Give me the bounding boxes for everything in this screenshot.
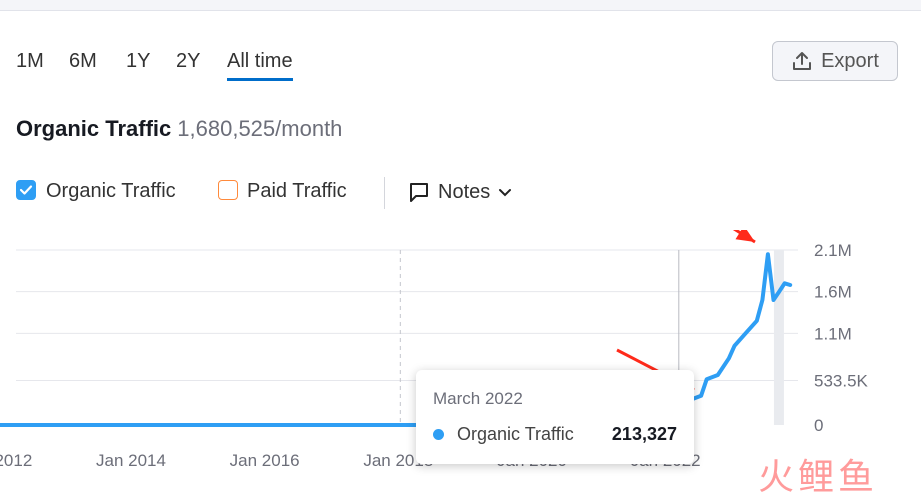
traffic-value: 1,680,525/month [177,116,343,141]
x-tick-label: Jan 2012 [0,451,32,470]
tab-6m[interactable]: 6M [69,46,97,81]
y-tick-label: 1.6M [814,283,852,302]
top-strip [0,0,921,11]
tooltip-series-dot [433,429,444,440]
chart-tooltip: March 2022 Organic Traffic 213,327 [416,370,694,464]
x-tick-label: Jan 2016 [230,451,300,470]
paid-traffic-label[interactable]: Paid Traffic [247,180,347,203]
paid-traffic-checkbox[interactable] [218,180,238,200]
export-label: Export [821,49,879,72]
tooltip-value: 213,327 [611,424,677,444]
tooltip-date: March 2022 [433,389,523,408]
tab-1y[interactable]: 1Y [126,46,150,81]
y-tick-label: 1.1M [814,324,852,343]
y-tick-label: 0 [814,416,823,435]
tooltip-series-label: Organic Traffic [457,424,574,444]
organic-traffic-checkbox[interactable] [16,180,36,200]
current-period-band [773,250,784,425]
comment-icon [410,183,428,202]
notes-label: Notes [438,180,491,203]
y-tick-label: 533.5K [814,372,869,391]
chevron-down-icon [499,189,512,197]
upload-icon [793,52,812,70]
y-tick-label: 2.1M [814,241,852,260]
legend-divider [384,177,385,209]
title-text: Organic Traffic [16,116,172,141]
x-tick-label: Jan 2014 [96,451,166,470]
watermark-logo: 火鲤鱼 [758,456,879,497]
tab-2y[interactable]: 2Y [176,46,200,81]
check-icon [19,185,33,195]
export-button[interactable]: Export [772,41,898,81]
notes-dropdown[interactable]: Notes [408,177,512,207]
page-title: Organic Traffic 1,680,525/month [16,116,342,142]
organic-traffic-label[interactable]: Organic Traffic [46,180,176,203]
tab-1m[interactable]: 1M [16,46,44,81]
tab-all-time[interactable]: All time [227,46,293,81]
